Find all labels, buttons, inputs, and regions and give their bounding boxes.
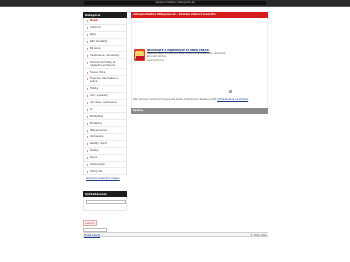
sidebar-item-label: Občianske [90, 135, 104, 139]
sidebar-item[interactable]: Modeling [84, 120, 126, 128]
bullet-arrow-icon [86, 88, 88, 91]
sidebar-item-label: Modeling [90, 121, 102, 125]
sidebar-item[interactable]: Domáci kontakty je najlepšia evidencia [84, 59, 126, 70]
sidebar-item[interactable]: Šport [84, 155, 126, 162]
bullet-arrow-icon [86, 150, 88, 153]
sidebar-item[interactable]: Úvod [84, 18, 126, 25]
notice-search-link[interactable]: Vyhľadávanie na stránke [217, 98, 248, 101]
privacy-link[interactable]: Ochrana osobných údajov [83, 175, 127, 180]
bullet-arrow-icon [86, 20, 88, 23]
advertisement[interactable]: NEVÁHAJTE A OBJEDNAJTE SI HNEĎ TERAZ! Na… [134, 49, 229, 64]
footer-add-link[interactable]: Pridať inzerát [84, 234, 100, 237]
sidebar-item-label: Marketing [90, 114, 103, 118]
sidebar-item-label: Úvod [90, 19, 98, 23]
main-body: NEVÁHAJTE A OBJEDNAJTE SI HNEĎ TERAZ! Na… [131, 18, 268, 108]
bullet-arrow-icon [86, 129, 88, 132]
ad-image-box [136, 56, 144, 60]
sidebar-item[interactable]: Cestovanie, dovolenky [84, 52, 126, 60]
sidebar-item-label: Voľný čas [90, 169, 103, 173]
sidebar-item-label: IT [90, 107, 93, 111]
sidebar-item-label: Domáci kontakty je najlepšia evidencia [90, 60, 116, 67]
sidebar-item-label: Nakupovanie [90, 128, 107, 132]
sidebar-item[interactable]: Reality, šport [84, 141, 126, 148]
sidebar-item[interactable]: Financie, kancelárie a práce [84, 76, 126, 86]
bullet-arrow-icon [86, 122, 88, 125]
bullet-arrow-icon [86, 78, 88, 81]
bullet-arrow-icon [86, 101, 88, 104]
sidebar-item[interactable]: IT [84, 106, 126, 114]
sidebar-item-label: Ubytovanie [90, 162, 105, 166]
bullet-arrow-icon [86, 163, 88, 166]
bullet-arrow-icon [86, 170, 88, 173]
sidebar-item-label: Šport [90, 156, 97, 160]
sidebar-item[interactable]: Marketing [84, 113, 126, 121]
bullet-arrow-icon [86, 41, 88, 44]
notice-text: Táto stránka mohla byť presunutá alebo o… [133, 98, 217, 101]
sidebar-item-label: Cestovanie, dovolenky [90, 53, 120, 57]
sidebar-item[interactable]: Občianske [84, 134, 126, 141]
sidebar-item[interactable]: Byty [84, 32, 126, 39]
sidebar-item[interactable]: Fauna, flóra [84, 69, 126, 77]
captcha-text: qwerty [85, 222, 96, 226]
bullet-arrow-icon [86, 143, 88, 146]
sidebar-item-label: Aukčníci [90, 26, 101, 30]
sidebar-item[interactable]: Hobby [84, 86, 126, 93]
category-list: Úvod Aukčníci Byty B2C kontakty Bývanie Cesto… [83, 18, 127, 176]
bullet-arrow-icon [86, 108, 88, 111]
bullet-arrow-icon [86, 115, 88, 118]
bullet-arrow-icon [86, 34, 88, 37]
main-content: oskarproduktov ďakujeme.sk – Zoznam zmie… [131, 12, 268, 108]
site-title: oskarproduktov ďakujeme.sk [84, 1, 266, 5]
sidebar-item[interactable]: B2C kontakty [84, 39, 126, 46]
sidebar-item-label: Inf. ulica, cestovanie [90, 100, 117, 104]
top-bar: oskarproduktov ďakujeme.sk [0, 0, 350, 7]
sidebar: Kategórie Úvod Aukčníci Byty B2C kontakty Bý… [83, 12, 127, 237]
captcha-image: qwerty [83, 220, 97, 227]
sidebar-item-label: Reality, šport [90, 142, 108, 146]
sidebar-item-label: Financie, kancelárie a práce [90, 77, 119, 84]
bullet-arrow-icon [86, 136, 88, 139]
bullet-arrow-icon [86, 47, 88, 50]
section-heading: Správy [131, 108, 268, 114]
footer: Pridať inzerát © 2020 oskar [83, 232, 268, 237]
captcha-input[interactable] [83, 227, 107, 232]
bullet-arrow-icon [86, 61, 88, 64]
sidebar-item-label: Info, výsledky [90, 94, 108, 98]
sidebar-item-label: Fauna, flóra [90, 70, 106, 74]
sidebar-item[interactable]: Ubytovanie [84, 162, 126, 169]
sidebar-item-label: Bývanie [90, 46, 101, 50]
bullet-arrow-icon [86, 27, 88, 30]
sidebar-item-label: Byty [90, 33, 96, 37]
ad-text: Najkvalitnejšie výrobky pre vašu rodinu … [147, 52, 226, 58]
ad-image[interactable] [134, 49, 145, 61]
search-box [83, 197, 127, 212]
sidebar-item[interactable]: Aukčníci [84, 25, 126, 32]
footer-copyright: © 2020 oskar [250, 233, 268, 237]
bullet-arrow-icon [86, 95, 88, 98]
sidebar-item[interactable]: Info, výsledky [84, 93, 126, 100]
sidebar-item[interactable]: Voľný čas [84, 168, 126, 176]
sidebar-item[interactable]: Služby [84, 148, 126, 155]
loading-spinner-icon [229, 90, 232, 93]
search-input[interactable] [86, 200, 126, 205]
bullet-arrow-icon [86, 54, 88, 57]
sidebar-item-label: Služby [90, 149, 99, 153]
sidebar-item-label: B2C kontakty [90, 40, 108, 44]
bullet-arrow-icon [86, 71, 88, 74]
bullet-arrow-icon [86, 157, 88, 160]
ad-url[interactable]: www.obchod.sk [147, 59, 164, 62]
notice: Táto stránka mohla byť presunutá alebo o… [133, 98, 266, 101]
sidebar-item[interactable]: Bývanie [84, 46, 126, 53]
sidebar-item[interactable]: Nakupovanie [84, 127, 126, 135]
sidebar-item[interactable]: Inf. ulica, cestovanie [84, 100, 126, 107]
sidebar-item-label: Hobby [90, 87, 99, 91]
